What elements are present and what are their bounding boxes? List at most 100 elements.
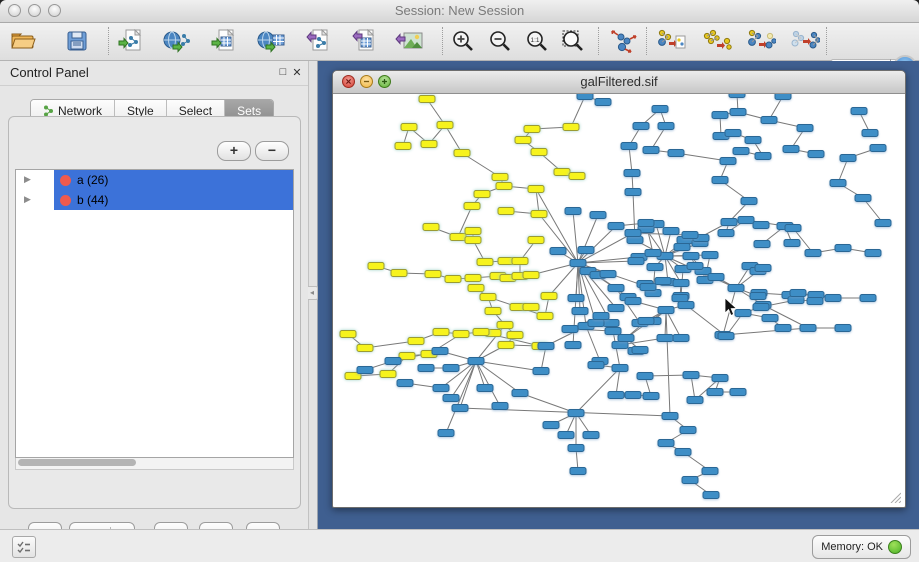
graph-node[interactable] bbox=[533, 368, 549, 375]
graph-node[interactable] bbox=[875, 220, 891, 227]
graph-node[interactable] bbox=[443, 365, 459, 372]
graph-node[interactable] bbox=[652, 106, 668, 113]
graph-node[interactable] bbox=[583, 432, 599, 439]
graph-node[interactable] bbox=[543, 422, 559, 429]
graph-node[interactable] bbox=[554, 169, 570, 176]
graph-node[interactable] bbox=[454, 150, 470, 157]
graph-node[interactable] bbox=[437, 122, 453, 129]
set-row[interactable]: ▶b (44) bbox=[16, 190, 293, 210]
graph-node[interactable] bbox=[438, 430, 454, 437]
graph-node[interactable] bbox=[452, 405, 468, 412]
graph-node[interactable] bbox=[730, 389, 746, 396]
graph-node[interactable] bbox=[790, 290, 806, 297]
graph-node[interactable] bbox=[528, 186, 544, 193]
graph-node[interactable] bbox=[733, 148, 749, 155]
graph-node[interactable] bbox=[507, 332, 523, 339]
graph-node[interactable] bbox=[658, 307, 674, 314]
graph-node[interactable] bbox=[741, 198, 757, 205]
graph-node[interactable] bbox=[588, 362, 604, 369]
graph-node[interactable] bbox=[423, 224, 439, 231]
graph-node[interactable] bbox=[638, 318, 654, 325]
graph-node[interactable] bbox=[775, 94, 791, 100]
graph-node[interactable] bbox=[621, 143, 637, 150]
graph-edge[interactable] bbox=[586, 326, 600, 361]
graph-node[interactable] bbox=[729, 94, 745, 98]
graph-node[interactable] bbox=[784, 240, 800, 247]
graph-node[interactable] bbox=[668, 150, 684, 157]
import-table-file-button[interactable] bbox=[209, 27, 239, 55]
graph-node[interactable] bbox=[755, 265, 771, 272]
graph-node[interactable] bbox=[865, 250, 881, 257]
graph-node[interactable] bbox=[702, 468, 718, 475]
graph-node[interactable] bbox=[683, 253, 699, 260]
graph-node[interactable] bbox=[687, 263, 703, 270]
zoom-out-button[interactable] bbox=[485, 27, 515, 55]
graph-node[interactable] bbox=[783, 146, 799, 153]
graph-node[interactable] bbox=[432, 348, 448, 355]
graph-node[interactable] bbox=[512, 390, 528, 397]
graph-node[interactable] bbox=[477, 385, 493, 392]
graph-node[interactable] bbox=[687, 397, 703, 404]
graph-node[interactable] bbox=[391, 270, 407, 277]
graph-edge[interactable] bbox=[576, 368, 620, 413]
graph-node[interactable] bbox=[797, 125, 813, 132]
graph-node[interactable] bbox=[568, 445, 584, 452]
graph-node[interactable] bbox=[775, 325, 791, 332]
graph-node[interactable] bbox=[625, 230, 641, 237]
graph-node[interactable] bbox=[720, 158, 736, 165]
graph-node[interactable] bbox=[728, 285, 744, 292]
graph-node[interactable] bbox=[433, 329, 449, 336]
graph-node[interactable] bbox=[761, 117, 777, 124]
graph-node[interactable] bbox=[523, 272, 539, 279]
graph-node[interactable] bbox=[835, 325, 851, 332]
graph-edge[interactable] bbox=[539, 214, 578, 263]
graph-node[interactable] bbox=[524, 126, 540, 133]
graph-node[interactable] bbox=[718, 230, 734, 237]
graph-node[interactable] bbox=[745, 137, 761, 144]
graph-node[interactable] bbox=[682, 477, 698, 484]
graph-node[interactable] bbox=[397, 380, 413, 387]
graph-node[interactable] bbox=[408, 338, 424, 345]
graph-node[interactable] bbox=[625, 392, 641, 399]
graph-node[interactable] bbox=[643, 147, 659, 154]
graph-node[interactable] bbox=[721, 219, 737, 226]
graph-node[interactable] bbox=[465, 237, 481, 244]
graph-node[interactable] bbox=[357, 345, 373, 352]
graph-node[interactable] bbox=[730, 109, 746, 116]
graph-node[interactable] bbox=[485, 308, 501, 315]
graph-node[interactable] bbox=[612, 365, 628, 372]
graph-node[interactable] bbox=[538, 343, 554, 350]
graph-edge[interactable] bbox=[578, 215, 598, 263]
network-from-selection-button[interactable] bbox=[656, 27, 686, 55]
graph-node[interactable] bbox=[638, 220, 654, 227]
graph-node[interactable] bbox=[680, 427, 696, 434]
graph-node[interactable] bbox=[683, 372, 699, 379]
graph-node[interactable] bbox=[624, 170, 640, 177]
graph-node[interactable] bbox=[399, 353, 415, 360]
graph-node[interactable] bbox=[550, 248, 566, 255]
open-session-button[interactable] bbox=[8, 27, 38, 55]
graph-node[interactable] bbox=[563, 124, 579, 131]
graph-node[interactable] bbox=[725, 130, 741, 137]
graph-node[interactable] bbox=[569, 173, 585, 180]
graph-node[interactable] bbox=[468, 358, 484, 365]
zoom-selected-button[interactable] bbox=[558, 27, 588, 55]
graph-node[interactable] bbox=[515, 137, 531, 144]
graph-node[interactable] bbox=[531, 211, 547, 218]
export-table-button[interactable] bbox=[349, 27, 379, 55]
graph-node[interactable] bbox=[433, 385, 449, 392]
graph-node[interactable] bbox=[421, 141, 437, 148]
graph-node[interactable] bbox=[625, 298, 641, 305]
graph-node[interactable] bbox=[528, 237, 544, 244]
network-window-titlebar[interactable]: galFiltered.sif bbox=[333, 71, 905, 94]
graph-node[interactable] bbox=[750, 293, 766, 300]
graph-edge[interactable] bbox=[723, 328, 808, 335]
graph-node[interactable] bbox=[357, 367, 373, 374]
graph-node[interactable] bbox=[674, 244, 690, 251]
hscrollbar-thumb[interactable] bbox=[18, 459, 136, 466]
graph-node[interactable] bbox=[805, 250, 821, 257]
task-history-button[interactable] bbox=[12, 536, 36, 558]
graph-node[interactable] bbox=[537, 313, 553, 320]
graph-node[interactable] bbox=[870, 145, 886, 152]
graph-node[interactable] bbox=[541, 293, 557, 300]
